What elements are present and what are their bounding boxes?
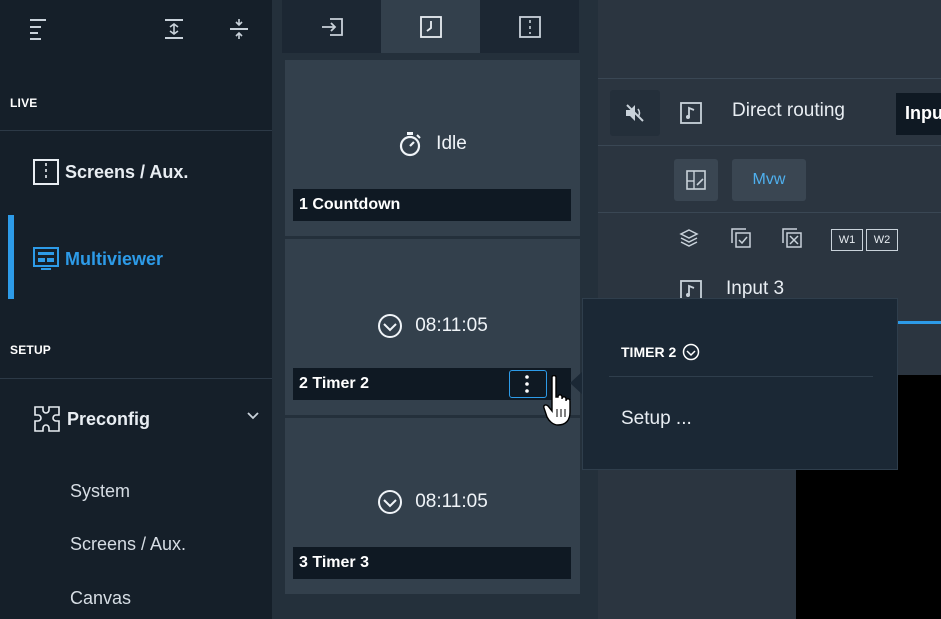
popup-title: TIMER 2	[621, 344, 677, 360]
input-icon	[320, 17, 344, 37]
sidebar-item-multiviewer[interactable]: Multiviewer	[0, 215, 272, 299]
input-select-value: Inpu	[905, 103, 941, 123]
divider	[609, 376, 873, 377]
divider	[598, 78, 941, 79]
widget-caption: 3 Timer 3	[293, 547, 571, 579]
section-label-live: LIVE	[10, 96, 38, 110]
layers-icon[interactable]	[679, 228, 699, 248]
mvw-label: Mvw	[752, 171, 786, 188]
input-3-label: Input 3	[726, 278, 785, 299]
sidebar-item-preconfig[interactable]: Preconfig	[0, 397, 272, 441]
divider	[0, 378, 272, 379]
sidebar-subitem-screens-aux[interactable]: Screens / Aux.	[70, 534, 186, 555]
direct-routing-label: Direct routing	[732, 100, 845, 121]
mvw-button[interactable]: Mvw	[732, 159, 806, 201]
mute-button[interactable]	[610, 90, 660, 136]
puzzle-icon	[33, 405, 61, 433]
active-indicator	[8, 215, 14, 299]
multiviewer-icon	[33, 246, 59, 272]
divider	[598, 145, 941, 146]
widget-card-timer-2[interactable]: 08:11:05 2 Timer 2	[285, 239, 580, 415]
widget-context-menu: TIMER 2 Setup ...	[582, 298, 898, 470]
sidebar-item-screens-aux[interactable]: Screens / Aux.	[0, 150, 272, 194]
expand-all-icon[interactable]	[163, 18, 185, 40]
w2-button[interactable]: W2	[866, 229, 898, 251]
more-vertical-icon	[524, 374, 530, 394]
speaker-mute-icon	[624, 103, 646, 123]
sidebar-item-label: Preconfig	[67, 408, 151, 429]
stopwatch-icon	[398, 130, 424, 158]
select-all-icon[interactable]	[731, 228, 751, 248]
widget-status: 08:11:05	[415, 491, 488, 512]
music-icon	[680, 102, 702, 124]
widget-card-countdown[interactable]: Idle 1 Countdown	[285, 60, 580, 236]
chevron-down-icon	[246, 411, 260, 421]
layout-edit-icon	[686, 170, 706, 190]
tab-screens[interactable]	[480, 0, 579, 53]
sidebar-item-label: Screens / Aux.	[65, 161, 189, 182]
setup-menu-item[interactable]: Setup ...	[621, 408, 692, 430]
layout-button[interactable]	[674, 159, 718, 201]
widget-status: 08:11:05	[415, 315, 488, 336]
collapse-all-icon[interactable]	[228, 18, 250, 40]
widget-label: 1 Countdown	[299, 196, 401, 213]
w1-button[interactable]: W1	[831, 229, 863, 251]
widget-label: 2 Timer 2	[299, 375, 369, 392]
widget-status: Idle	[436, 133, 467, 154]
tab-timers[interactable]	[381, 0, 480, 53]
sidebar: LIVE Screens / Aux. Multiviewer SETUP Pr…	[0, 0, 272, 619]
screens-icon	[33, 159, 59, 185]
divider	[0, 130, 272, 131]
sidebar-subitem-system[interactable]: System	[70, 481, 130, 502]
tab-inputs[interactable]	[282, 0, 381, 53]
input-select[interactable]: Inpu	[896, 93, 941, 135]
timer-tab-icon	[419, 15, 442, 38]
sidebar-subitem-canvas[interactable]: Canvas	[70, 588, 131, 609]
deselect-all-icon[interactable]	[782, 228, 802, 248]
widget-label: 3 Timer 3	[299, 554, 369, 571]
sidebar-item-label: Multiviewer	[65, 248, 164, 269]
divider	[598, 212, 941, 213]
hand-cursor-icon	[543, 375, 573, 427]
w2-label: W2	[873, 234, 891, 246]
widget-more-button[interactable]	[509, 370, 547, 398]
menu-icon[interactable]	[30, 18, 46, 40]
w1-label: W1	[838, 234, 856, 246]
widget-card-timer-3[interactable]: 08:11:05 3 Timer 3	[285, 418, 580, 594]
widget-caption: 1 Countdown	[293, 189, 571, 221]
clock-chevron-icon	[377, 313, 403, 339]
screens-tab-icon	[518, 15, 541, 38]
clock-chevron-icon	[377, 489, 403, 515]
section-label-setup: SETUP	[10, 343, 52, 357]
clock-chevron-icon	[682, 343, 700, 361]
